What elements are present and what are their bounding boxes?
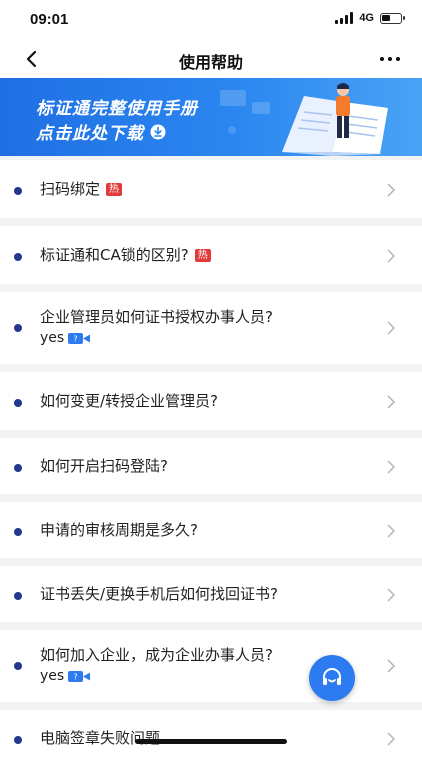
- help-item-title: 标证通和CA锁的区别?: [40, 246, 189, 264]
- chevron-right-icon: [387, 183, 396, 197]
- help-item-title: 电脑签章失败问题: [40, 729, 161, 747]
- headset-icon: [323, 668, 341, 685]
- banner-subtitle: 点击此处下载: [36, 124, 144, 144]
- page-title: 使用帮助: [178, 53, 243, 72]
- banner-title: 标证通完整使用手册: [36, 99, 198, 119]
- hot-badge: 热: [194, 249, 211, 262]
- help-item-title: 申请的审核周期是多久?: [40, 521, 198, 539]
- video-icon: ?: [68, 332, 91, 344]
- battery-icon: [380, 12, 405, 24]
- help-item[interactable]: 如何开启扫码登陆?: [0, 438, 422, 494]
- bullet-dot: [14, 253, 22, 261]
- status-bar: 09:01 4G: [0, 0, 422, 40]
- home-indicator: [135, 739, 287, 744]
- chevron-right-icon: [387, 460, 396, 474]
- chevron-right-icon: [387, 395, 396, 409]
- help-item[interactable]: 如何加入企业，成为企业办事人员? yes ?: [0, 630, 422, 702]
- help-item[interactable]: 电脑签章失败问题: [0, 710, 422, 760]
- download-icon: [150, 124, 166, 139]
- bullet-dot: [14, 528, 22, 536]
- help-item[interactable]: 如何变更/转授企业管理员?: [0, 372, 422, 430]
- help-item[interactable]: 证书丢失/更换手机后如何找回证书?: [0, 566, 422, 622]
- chevron-right-icon: [387, 588, 396, 602]
- bullet-dot: [14, 399, 22, 407]
- help-item[interactable]: 申请的审核周期是多久?: [0, 502, 422, 558]
- battery-level: [382, 14, 390, 21]
- signal-icon: [335, 12, 354, 24]
- help-item-title: 扫码绑定: [40, 180, 101, 198]
- bullet-dot: [14, 464, 22, 472]
- help-item-title: 企业管理员如何证书授权办事人员?: [40, 308, 273, 326]
- help-item[interactable]: 标证通和CA锁的区别? 热: [0, 226, 422, 284]
- chevron-right-icon: [387, 321, 396, 335]
- chevron-right-icon: [387, 659, 396, 673]
- help-item[interactable]: 扫码绑定热: [0, 160, 422, 218]
- nav-bar: 使用帮助: [0, 40, 422, 78]
- svg-text:?: ?: [74, 672, 78, 681]
- help-item-extra-text: yes: [40, 668, 65, 684]
- help-item-extra: yes ?: [40, 668, 91, 684]
- bullet-dot: [14, 187, 22, 195]
- svg-text:?: ?: [74, 334, 78, 343]
- help-item-extra: yes ?: [40, 330, 91, 346]
- video-icon: ?: [68, 670, 91, 682]
- network-type: 4G: [359, 12, 374, 24]
- more-icon[interactable]: [378, 49, 402, 69]
- help-item-title: 如何开启扫码登陆?: [40, 457, 168, 475]
- bullet-dot: [14, 324, 22, 332]
- hot-badge: 热: [106, 183, 123, 196]
- chevron-right-icon: [387, 524, 396, 538]
- bullet-dot: [14, 662, 22, 670]
- bullet-dot: [14, 736, 22, 744]
- customer-service-button[interactable]: [309, 655, 355, 701]
- book-illustration: [220, 83, 388, 156]
- help-item-title: 如何变更/转授企业管理员?: [40, 392, 219, 410]
- help-item-title: 如何加入企业，成为企业办事人员?: [40, 646, 273, 664]
- help-item-extra-text: yes: [40, 330, 65, 346]
- manual-download-banner[interactable]: 标证通完整使用手册 点击此处下载: [0, 78, 422, 156]
- chevron-right-icon: [387, 249, 396, 263]
- banner-subtitle-row: 点击此处下载: [36, 119, 166, 144]
- status-indicators: 4G: [335, 12, 405, 24]
- help-item[interactable]: 企业管理员如何证书授权办事人员? yes ?: [0, 292, 422, 364]
- help-item-title: 证书丢失/更换手机后如何找回证书?: [40, 585, 279, 603]
- bullet-dot: [14, 592, 22, 600]
- chevron-right-icon: [387, 732, 396, 746]
- status-time: 09:01: [30, 11, 69, 28]
